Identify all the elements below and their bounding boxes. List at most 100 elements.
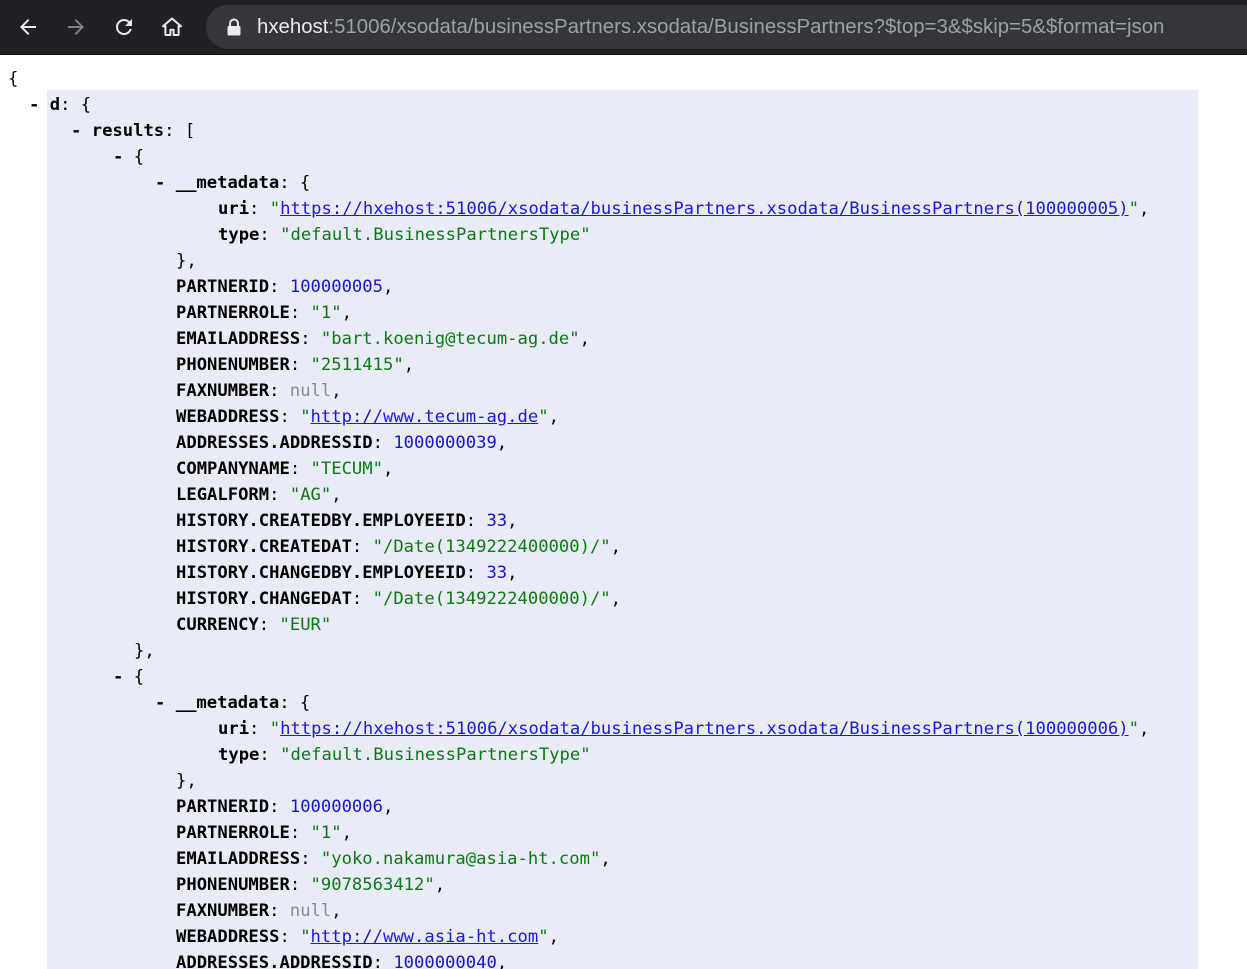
json-line: - results: [ xyxy=(71,121,196,141)
json-line: EMAILADDRESS: "yoko.nakamura@asia-ht.com… xyxy=(176,849,611,869)
json-line: - __metadata: { xyxy=(155,693,311,713)
json-line: uri: "https://hxehost:51006/xsodata/busi… xyxy=(218,719,1150,739)
web-link[interactable]: http://www.tecum-ag.de xyxy=(311,407,539,427)
reload-icon xyxy=(115,18,132,35)
json-key: HISTORY.CREATEDAT xyxy=(176,537,352,557)
json-key: CURRENCY xyxy=(176,615,259,635)
back-button[interactable] xyxy=(8,7,48,47)
json-key: LEGALFORM xyxy=(176,485,270,505)
json-key: HISTORY.CHANGEDBY.EMPLOYEEID xyxy=(176,563,466,583)
json-string: 9078563412 xyxy=(320,875,425,895)
collapse-toggle[interactable]: - xyxy=(71,121,81,141)
json-line: - d: { xyxy=(29,95,92,115)
json-string: AG xyxy=(300,485,321,505)
json-line: HISTORY.CREATEDBY.EMPLOYEEID: 33, xyxy=(176,511,518,531)
forward-button[interactable] xyxy=(56,7,96,47)
json-line: }, xyxy=(176,771,197,791)
json-key: PARTNERROLE xyxy=(176,303,290,323)
json-line: PARTNERID: 100000006, xyxy=(176,797,394,817)
json-line: PARTNERID: 100000005, xyxy=(176,277,394,297)
json-key: PARTNERID xyxy=(176,797,270,817)
json-key: PARTNERROLE xyxy=(176,823,290,843)
json-line: PHONENUMBER: "2511415", xyxy=(176,355,415,375)
json-key: __metadata xyxy=(175,693,280,713)
json-line: HISTORY.CHANGEDAT: "/Date(1349222400000)… xyxy=(176,589,622,609)
collapse-toggle[interactable]: - xyxy=(155,693,165,713)
json-line: LEGALFORM: "AG", xyxy=(176,485,342,505)
json-line: COMPANYNAME: "TECUM", xyxy=(176,459,394,479)
uri-link[interactable]: https://hxehost:51006/xsodata/businessPa… xyxy=(280,719,1129,739)
json-string: /Date(1349222400000)/ xyxy=(382,589,601,609)
url-path: :51006/xsodata/businessPartners.xsodata/… xyxy=(328,16,1165,38)
json-line: }, xyxy=(176,251,197,271)
json-string: yoko.nakamura@asia-ht.com xyxy=(331,849,590,869)
json-key: uri xyxy=(218,719,250,739)
json-key: type xyxy=(218,745,260,765)
collapse-toggle[interactable]: - xyxy=(113,667,123,687)
collapse-toggle[interactable]: - xyxy=(29,95,39,115)
json-string: default.BusinessPartnersType xyxy=(290,225,581,245)
json-key: type xyxy=(218,225,260,245)
json-number: 1000000039 xyxy=(393,433,497,453)
reload-button[interactable] xyxy=(104,7,144,47)
json-line: }, xyxy=(134,641,155,661)
url-host: hxehost xyxy=(257,16,329,38)
json-line: uri: "https://hxehost:51006/xsodata/busi… xyxy=(218,199,1150,219)
json-number: 33 xyxy=(486,563,508,583)
json-line: - { xyxy=(113,147,145,167)
uri-link[interactable]: https://hxehost:51006/xsodata/businessPa… xyxy=(280,199,1129,219)
json-line: - __metadata: { xyxy=(155,173,311,193)
open-brace: { xyxy=(8,69,19,89)
collapse-toggle[interactable]: - xyxy=(113,147,123,167)
arrow-right-icon xyxy=(68,19,84,35)
json-line: WEBADDRESS: "http://www.tecum-ag.de", xyxy=(176,407,559,427)
json-key: WEBADDRESS xyxy=(176,407,280,427)
json-key: EMAILADDRESS xyxy=(176,849,301,869)
json-number: 1000000040 xyxy=(393,953,497,969)
json-key: HISTORY.CHANGEDAT xyxy=(176,589,352,609)
json-line: HISTORY.CHANGEDBY.EMPLOYEEID: 33, xyxy=(176,563,518,583)
json-key: d xyxy=(49,95,61,115)
json-number: 33 xyxy=(486,511,508,531)
json-string: TECUM xyxy=(320,459,373,479)
json-line: type: "default.BusinessPartnersType" xyxy=(218,225,591,245)
json-key: COMPANYNAME xyxy=(176,459,290,479)
home-button[interactable] xyxy=(152,7,192,47)
json-key: ADDRESSES.ADDRESSID xyxy=(176,433,373,453)
json-line: PARTNERROLE: "1", xyxy=(176,303,352,323)
json-null: null xyxy=(289,901,332,921)
json-key: FAXNUMBER xyxy=(176,381,270,401)
address-bar[interactable]: hxehost:51006/xsodata/businessPartners.x… xyxy=(206,5,1247,49)
json-line: ADDRESSES.ADDRESSID: 1000000039, xyxy=(176,433,508,453)
json-string: default.BusinessPartnersType xyxy=(290,745,581,765)
json-string: EUR xyxy=(289,615,321,635)
json-string: 2511415 xyxy=(320,355,394,375)
browser-toolbar: hxehost:51006/xsodata/businessPartners.x… xyxy=(0,0,1247,55)
arrow-left-icon xyxy=(20,19,36,35)
json-number: 100000005 xyxy=(289,277,383,297)
json-null: null xyxy=(289,381,332,401)
home-icon xyxy=(162,17,182,36)
json-string: bart.koenig@tecum-ag.de xyxy=(331,329,570,349)
json-line: ADDRESSES.ADDRESSID: 1000000040, xyxy=(176,950,507,969)
json-line: WEBADDRESS: "http://www.asia-ht.com", xyxy=(176,927,559,947)
json-key: PHONENUMBER xyxy=(176,875,290,895)
json-key: FAXNUMBER xyxy=(176,901,270,921)
url-text[interactable]: hxehost:51006/xsodata/businessPartners.x… xyxy=(257,5,1164,49)
json-string: 1 xyxy=(320,823,332,843)
json-line: PHONENUMBER: "9078563412", xyxy=(176,875,446,895)
json-key: HISTORY.CREATEDBY.EMPLOYEEID xyxy=(176,511,466,531)
collapse-toggle[interactable]: - xyxy=(155,173,165,193)
json-line: FAXNUMBER: null, xyxy=(176,381,342,401)
json-key: EMAILADDRESS xyxy=(176,329,301,349)
json-line: { xyxy=(8,66,18,92)
web-link[interactable]: http://www.asia-ht.com xyxy=(311,927,539,947)
json-key: ADDRESSES.ADDRESSID xyxy=(176,953,373,969)
json-string: /Date(1349222400000)/ xyxy=(382,537,601,557)
json-key: WEBADDRESS xyxy=(176,927,280,947)
json-line: type: "default.BusinessPartnersType" xyxy=(218,745,591,765)
json-line: FAXNUMBER: null, xyxy=(176,901,342,921)
lock-icon xyxy=(227,18,241,36)
json-line: HISTORY.CREATEDAT: "/Date(1349222400000)… xyxy=(176,537,622,557)
json-line: CURRENCY: "EUR" xyxy=(176,615,332,635)
